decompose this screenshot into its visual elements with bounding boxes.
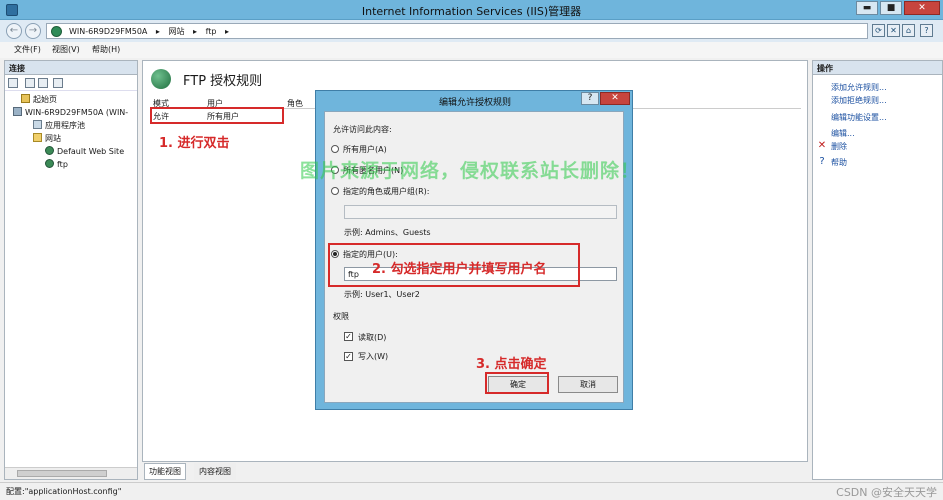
tab-features-view[interactable]: 功能视图 xyxy=(144,463,186,480)
connect-icon[interactable] xyxy=(8,78,18,88)
sites-folder-icon xyxy=(33,133,42,142)
close-button[interactable]: ✕ xyxy=(904,1,940,15)
dialog-close-button[interactable]: ✕ xyxy=(600,92,630,105)
step1-highlight xyxy=(150,107,284,124)
title-bar: Internet Information Services (IIS)管理器 ▬… xyxy=(0,0,943,20)
source-credit: CSDN @安全天天学 xyxy=(836,486,937,499)
action-help[interactable]: 帮助 xyxy=(831,157,847,168)
home-icon[interactable]: ⌂ xyxy=(902,24,915,37)
help-icon: ? xyxy=(819,156,825,167)
horizontal-scrollbar[interactable] xyxy=(5,467,137,479)
tab-content-view[interactable]: 内容视图 xyxy=(194,463,236,480)
watermark-text: 图片来源于网络，侵权联系站长删除！ xyxy=(300,160,641,182)
window-title: Internet Information Services (IIS)管理器 xyxy=(361,5,582,18)
radio-roles-groups-label: 指定的角色或用户组(R): xyxy=(343,187,430,196)
ftp-globe-icon xyxy=(151,69,171,89)
save-icon[interactable] xyxy=(25,78,35,88)
tree-item-default-web-site[interactable]: Default Web Site xyxy=(45,146,124,156)
tree-item-start-page[interactable]: 起始页 xyxy=(21,94,57,105)
menu-file[interactable]: 文件(F) xyxy=(14,44,41,55)
address-bar-row: ← → WIN-6R9D29FM50A ▸ 网站 ▸ ftp ▸ ⟳ ✕ ⌂ ? xyxy=(0,20,943,42)
stop-icon[interactable]: ✕ xyxy=(887,24,900,37)
action-add-allow-rule[interactable]: 添加允许规则... xyxy=(831,82,887,93)
status-bar: 配置:"applicationHost.config" CSDN @安全天天学 xyxy=(0,482,943,500)
breadcrumb-separator: ▸ xyxy=(225,27,230,36)
access-prompt: 允许访问此内容: xyxy=(333,125,392,134)
checkbox-read-label: 读取(D) xyxy=(358,333,387,342)
dialog-help-button[interactable]: ? xyxy=(581,92,599,105)
site-globe-icon xyxy=(45,159,54,168)
actions-panel: 操作 添加允许规则... 添加拒绝规则... 编辑功能设置... 编辑... ✕… xyxy=(812,60,943,480)
radio-all-users[interactable] xyxy=(331,145,339,153)
folder-icon[interactable] xyxy=(38,78,48,88)
tree-item-app-pools[interactable]: 应用程序池 xyxy=(33,120,85,131)
globe-icon xyxy=(51,26,62,37)
breadcrumb-separator: ▸ xyxy=(193,27,198,36)
action-delete[interactable]: 删除 xyxy=(831,141,847,152)
step2-annotation: 2. 勾选指定用户并填写用户名 xyxy=(372,262,547,277)
scrollbar-thumb[interactable] xyxy=(17,470,107,477)
roles-example: 示例: Admins、Guests xyxy=(344,228,431,237)
users-example: 示例: User1、User2 xyxy=(344,290,420,299)
breadcrumb-server[interactable]: WIN-6R9D29FM50A xyxy=(69,27,147,36)
column-role[interactable]: 角色 xyxy=(287,98,303,109)
refresh-icon[interactable]: ⟳ xyxy=(872,24,885,37)
roles-input[interactable] xyxy=(344,205,617,219)
radio-all-users-label: 所有用户(A) xyxy=(343,145,387,154)
checkbox-write-label: 写入(W) xyxy=(358,352,389,361)
server-icon xyxy=(13,107,22,116)
tree-item-server[interactable]: WIN-6R9D29FM50A (WIN- xyxy=(13,107,128,117)
checkbox-read[interactable]: ✓ xyxy=(344,332,353,341)
app-pool-icon xyxy=(33,120,42,129)
checkbox-write[interactable]: ✓ xyxy=(344,352,353,361)
connections-header: 连接 xyxy=(5,61,137,75)
minimize-button[interactable]: ▬ xyxy=(856,1,878,15)
maximize-button[interactable]: ■ xyxy=(880,1,902,15)
remove-connection-icon[interactable] xyxy=(53,78,63,88)
action-edit-feature-settings[interactable]: 编辑功能设置... xyxy=(831,112,887,123)
action-edit[interactable]: 编辑... xyxy=(831,128,855,139)
tree-item-ftp[interactable]: ftp xyxy=(45,159,68,169)
cancel-button[interactable]: 取消 xyxy=(558,376,618,393)
menu-bar: 文件(F) 视图(V) 帮助(H) xyxy=(0,42,943,58)
site-globe-icon xyxy=(45,146,54,155)
step3-annotation: 3. 点击确定 xyxy=(476,357,547,372)
tree-item-sites[interactable]: 网站 xyxy=(33,133,61,144)
connections-panel: 连接 起始页 WIN-6R9D29FM50A (WIN- 应用程序池 网站 De… xyxy=(4,60,138,480)
menu-view[interactable]: 视图(V) xyxy=(52,44,80,55)
breadcrumb-sites[interactable]: 网站 xyxy=(168,27,184,36)
breadcrumb: WIN-6R9D29FM50A ▸ 网站 ▸ ftp ▸ xyxy=(69,26,235,37)
help-icon[interactable]: ? xyxy=(920,24,933,37)
actions-header: 操作 xyxy=(813,61,942,75)
breadcrumb-ftp[interactable]: ftp xyxy=(206,27,217,36)
permissions-label: 权限 xyxy=(333,312,349,321)
breadcrumb-separator: ▸ xyxy=(155,27,160,36)
address-bar[interactable]: WIN-6R9D29FM50A ▸ 网站 ▸ ftp ▸ xyxy=(46,23,868,39)
step3-highlight xyxy=(485,372,549,394)
menu-help[interactable]: 帮助(H) xyxy=(92,44,120,55)
status-text: 配置:"applicationHost.config" xyxy=(6,487,122,496)
back-button[interactable]: ← xyxy=(6,23,22,39)
step1-annotation: 1. 进行双击 xyxy=(159,136,230,151)
radio-roles-groups[interactable] xyxy=(331,187,339,195)
action-add-deny-rule[interactable]: 添加拒绝规则... xyxy=(831,95,887,106)
delete-icon: ✕ xyxy=(817,140,827,151)
forward-button[interactable]: → xyxy=(25,23,41,39)
view-tabs: 功能视图 内容视图 xyxy=(142,462,808,480)
start-page-icon xyxy=(21,94,30,103)
connections-toolbar xyxy=(5,75,137,91)
page-title: FTP 授权规则 xyxy=(183,74,263,89)
